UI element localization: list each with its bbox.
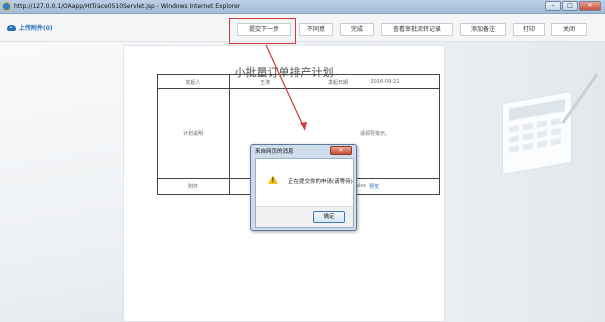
page-content: 上传附件(0) 提交下一步 不同意 完成 查看审批流转记录 添加备注 打印 关闭… <box>0 14 605 322</box>
ie-logo-icon <box>2 2 11 11</box>
warning-exclamation: ! <box>271 177 275 184</box>
maximize-button[interactable]: □ <box>562 1 578 11</box>
window-titlebar: http://127.0.0.1/OAapp/HtTrace0510Servle… <box>0 0 605 14</box>
dialog-close-button[interactable]: ✕ <box>330 146 352 155</box>
ok-button[interactable]: 确定 <box>313 211 345 223</box>
dialog-footer: 确定 <box>256 206 353 227</box>
window-title: http://127.0.0.1/OAapp/HtTrace0510Servle… <box>14 3 241 10</box>
close-window-button[interactable]: ✕ <box>579 1 601 11</box>
alert-dialog: 来自网页的消息 ✕ ! 正在提交你的申请(请等待) 确定 <box>250 144 357 231</box>
window-controls: – □ ✕ <box>545 1 601 11</box>
dialog-message: 正在提交你的申请(请等待) <box>288 179 353 185</box>
minimize-button[interactable]: – <box>545 1 561 11</box>
dialog-title: 来自网页的消息 <box>255 149 294 155</box>
dialog-body: ! 正在提交你的申请(请等待) 确定 <box>255 158 354 228</box>
